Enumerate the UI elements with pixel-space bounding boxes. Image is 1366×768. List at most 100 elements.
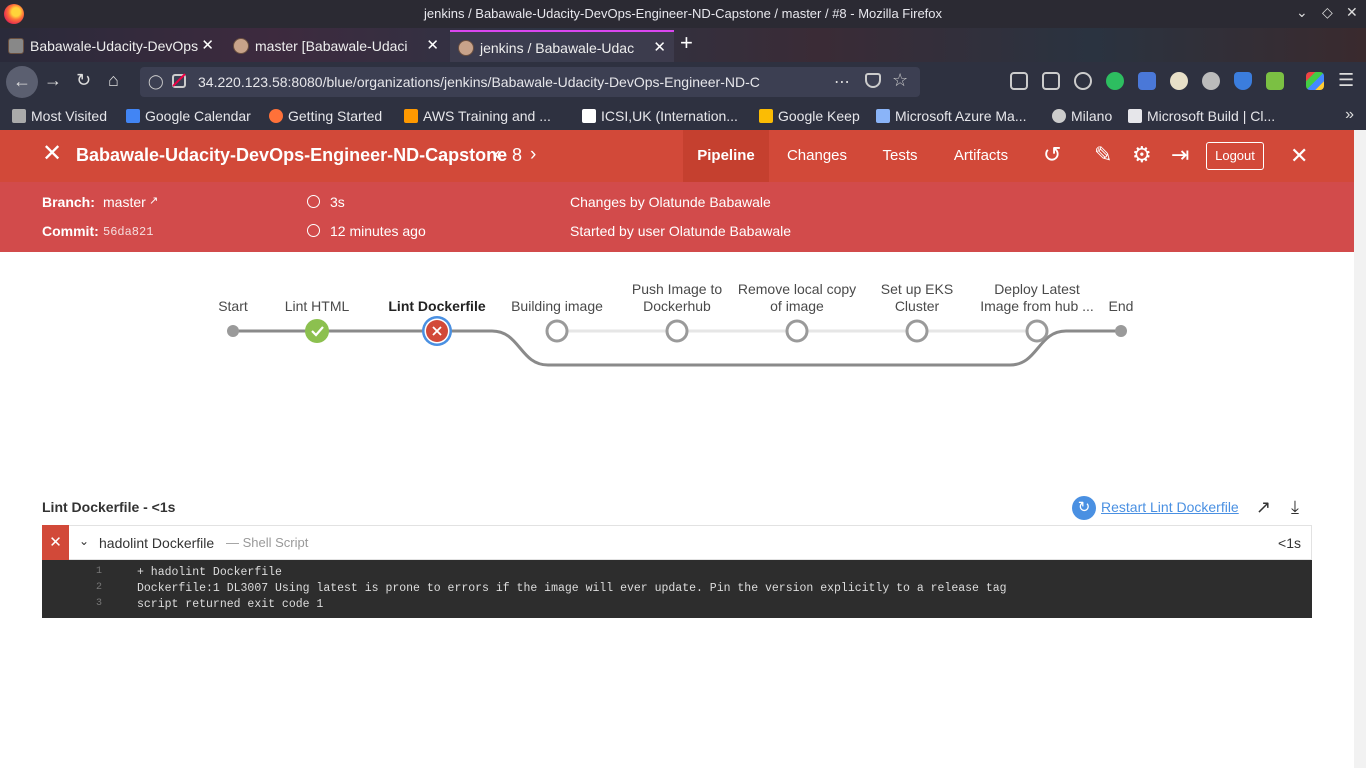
page-scrollbar[interactable] (1354, 130, 1366, 768)
commit-value[interactable]: 56da821 (103, 225, 153, 239)
bookmark-most-visited[interactable]: Most Visited (12, 108, 107, 124)
external-link-icon[interactable]: ↗ (149, 194, 158, 207)
new-tab-icon[interactable]: + (680, 30, 693, 56)
tracking-shield-icon[interactable]: ◯ (148, 73, 164, 90)
account-icon[interactable] (1074, 72, 1092, 90)
tab-tests[interactable]: Tests (871, 130, 929, 182)
previous-run-icon[interactable]: ‹ (494, 144, 500, 166)
bookmark-microsoft-build[interactable]: Microsoft Build | Cl... (1128, 108, 1275, 124)
bookmark-azure[interactable]: Microsoft Azure Ma... (876, 108, 1026, 124)
classic-ui-exit-icon[interactable]: ⇥ (1171, 143, 1189, 167)
line-text: + hadolint Dockerfile (137, 566, 282, 579)
forward-arrow-icon[interactable]: → (44, 70, 62, 91)
stage-label-push-image[interactable]: Push Image to Dockerhub (617, 281, 737, 315)
translate-extension-icon[interactable] (1138, 72, 1156, 90)
edit-pencil-icon[interactable]: ✎ (1094, 143, 1112, 167)
bookmark-label: AWS Training and ... (423, 108, 551, 124)
tab-close-icon[interactable]: ✕ (201, 36, 214, 54)
menu-hamburger-icon[interactable]: ☰ (1338, 70, 1354, 91)
logout-button[interactable]: Logout (1206, 142, 1264, 170)
tab-changes[interactable]: Changes (775, 130, 859, 182)
stage-node-deploy-latest-image-from-hub[interactable] (1025, 319, 1049, 343)
bookmark-getting-started[interactable]: Getting Started (269, 108, 382, 124)
pocket-icon[interactable] (865, 73, 881, 88)
step-failed-icon: ✕ (42, 525, 69, 560)
line-number[interactable]: 3 (82, 598, 102, 609)
branch-value[interactable]: master (103, 194, 146, 210)
stage-node-lint-dockerfile[interactable] (422, 316, 452, 346)
aws-cube-icon (404, 109, 418, 123)
address-bar[interactable]: ◯ 34.220.123.58:8080/blue/organizations/… (140, 67, 920, 97)
step-row[interactable]: ✕ ⌄ hadolint Dockerfile — Shell Script <… (42, 525, 1312, 560)
home-icon[interactable]: ⌂ (108, 70, 119, 91)
stage-node-remove-local-copy-of-image[interactable] (785, 319, 809, 343)
tab-pipeline[interactable]: Pipeline (683, 130, 769, 182)
reload-icon[interactable]: ↻ (76, 70, 91, 91)
flask-icon (876, 109, 890, 123)
bookmark-google-keep[interactable]: Google Keep (759, 108, 860, 124)
line-number[interactable]: 2 (82, 582, 102, 593)
tab-artifacts[interactable]: Artifacts (933, 130, 1029, 182)
minimize-icon[interactable]: ⌄ (1296, 4, 1308, 21)
tab-strip: Babawale-Udacity-DevOps ✕ master [Babawa… (0, 28, 1366, 62)
rerun-icon[interactable]: ↺ (1043, 143, 1061, 167)
insecure-lock-icon[interactable] (172, 74, 186, 88)
sidebar-icon[interactable] (1042, 72, 1060, 90)
bookmark-milano[interactable]: Milano (1052, 108, 1112, 124)
restart-icon[interactable]: ↻ (1072, 496, 1096, 520)
clock-icon (307, 224, 320, 237)
close-icon[interactable]: ✕ (1290, 143, 1308, 169)
bookmark-label: Google Keep (778, 108, 860, 124)
stage-label-building-image[interactable]: Building image (497, 298, 617, 315)
settings-gear-icon[interactable]: ⚙ (1132, 143, 1152, 167)
browser-tab-1[interactable]: Babawale-Udacity-DevOps ✕ (0, 30, 222, 62)
extension-icon[interactable] (1202, 72, 1220, 90)
open-in-new-window-icon[interactable]: ↗ (1256, 497, 1271, 518)
download-log-icon[interactable]: ⤓ (1291, 497, 1299, 518)
page-actions-icon[interactable]: ⋯ (834, 72, 850, 92)
stage-node-push-image-to-dockerhub[interactable] (665, 319, 689, 343)
jenkins-favicon-icon (8, 38, 24, 54)
url-text[interactable]: 34.220.123.58:8080/blue/organizations/je… (198, 74, 828, 90)
stage-node-lint-html[interactable] (305, 319, 329, 343)
library-icon[interactable] (1010, 72, 1028, 90)
restart-stage-label[interactable]: Restart Lint Dockerfile (1101, 499, 1239, 515)
line-number[interactable]: 1 (82, 566, 102, 577)
browser-tab-2[interactable]: master [Babawale-Udaci ✕ (225, 30, 447, 62)
evernote-extension-icon[interactable] (1106, 72, 1124, 90)
extensions-icon[interactable] (1306, 72, 1324, 90)
stage-label-remove-local-copy[interactable]: Remove local copy of image (737, 281, 857, 315)
browser-tab-3-active[interactable]: jenkins / Babawale-Udac ✕ (450, 30, 674, 62)
stage-node-start (227, 325, 239, 337)
download-extension-icon[interactable] (1266, 72, 1284, 90)
bookmarks-overflow-icon[interactable]: » (1345, 106, 1354, 124)
chevron-down-icon[interactable]: ⌄ (79, 534, 89, 548)
shield-extension-icon[interactable] (1234, 72, 1252, 90)
bookmark-label: Getting Started (288, 108, 383, 124)
stage-label-lint-dockerfile[interactable]: Lint Dockerfile (377, 298, 497, 315)
stage-label-lint-html[interactable]: Lint HTML (257, 298, 377, 315)
tab-close-icon[interactable]: ✕ (426, 36, 439, 54)
tab-close-icon[interactable]: ✕ (653, 38, 666, 56)
step-name[interactable]: hadolint Dockerfile (99, 535, 214, 551)
bookmark-icsi[interactable]: ICSI,UK (Internation... (582, 108, 738, 124)
bookmark-star-icon[interactable]: ☆ (892, 70, 908, 91)
stage-node-building-image[interactable] (545, 319, 569, 343)
stage-node-set-up-eks-cluster[interactable] (905, 319, 929, 343)
tab-label: jenkins / Babawale-Udac (480, 40, 635, 56)
bookmark-aws-training[interactable]: AWS Training and ... (404, 108, 551, 124)
run-header: ✕ Babawale-Udacity-DevOps-Engineer-ND-Ca… (0, 130, 1354, 182)
close-run-icon[interactable]: ✕ (42, 142, 62, 166)
icsi-icon (582, 109, 596, 123)
window-close-icon[interactable]: ✕ (1346, 4, 1358, 21)
bookmark-google-calendar[interactable]: Google Calendar (126, 108, 251, 124)
stage-label-setup-eks[interactable]: Set up EKS Cluster (857, 281, 977, 315)
maximize-icon[interactable]: ◇ (1322, 4, 1333, 21)
pipeline-title[interactable]: Babawale-Udacity-DevOps-Engineer-ND-Caps… (76, 145, 507, 166)
next-run-icon[interactable]: › (530, 144, 536, 166)
stage-node-end (1115, 325, 1127, 337)
calendar-icon (126, 109, 140, 123)
back-arrow-icon[interactable]: ← (6, 66, 38, 98)
extension-icon[interactable] (1170, 72, 1188, 90)
jenkins-favicon-icon (458, 40, 474, 56)
